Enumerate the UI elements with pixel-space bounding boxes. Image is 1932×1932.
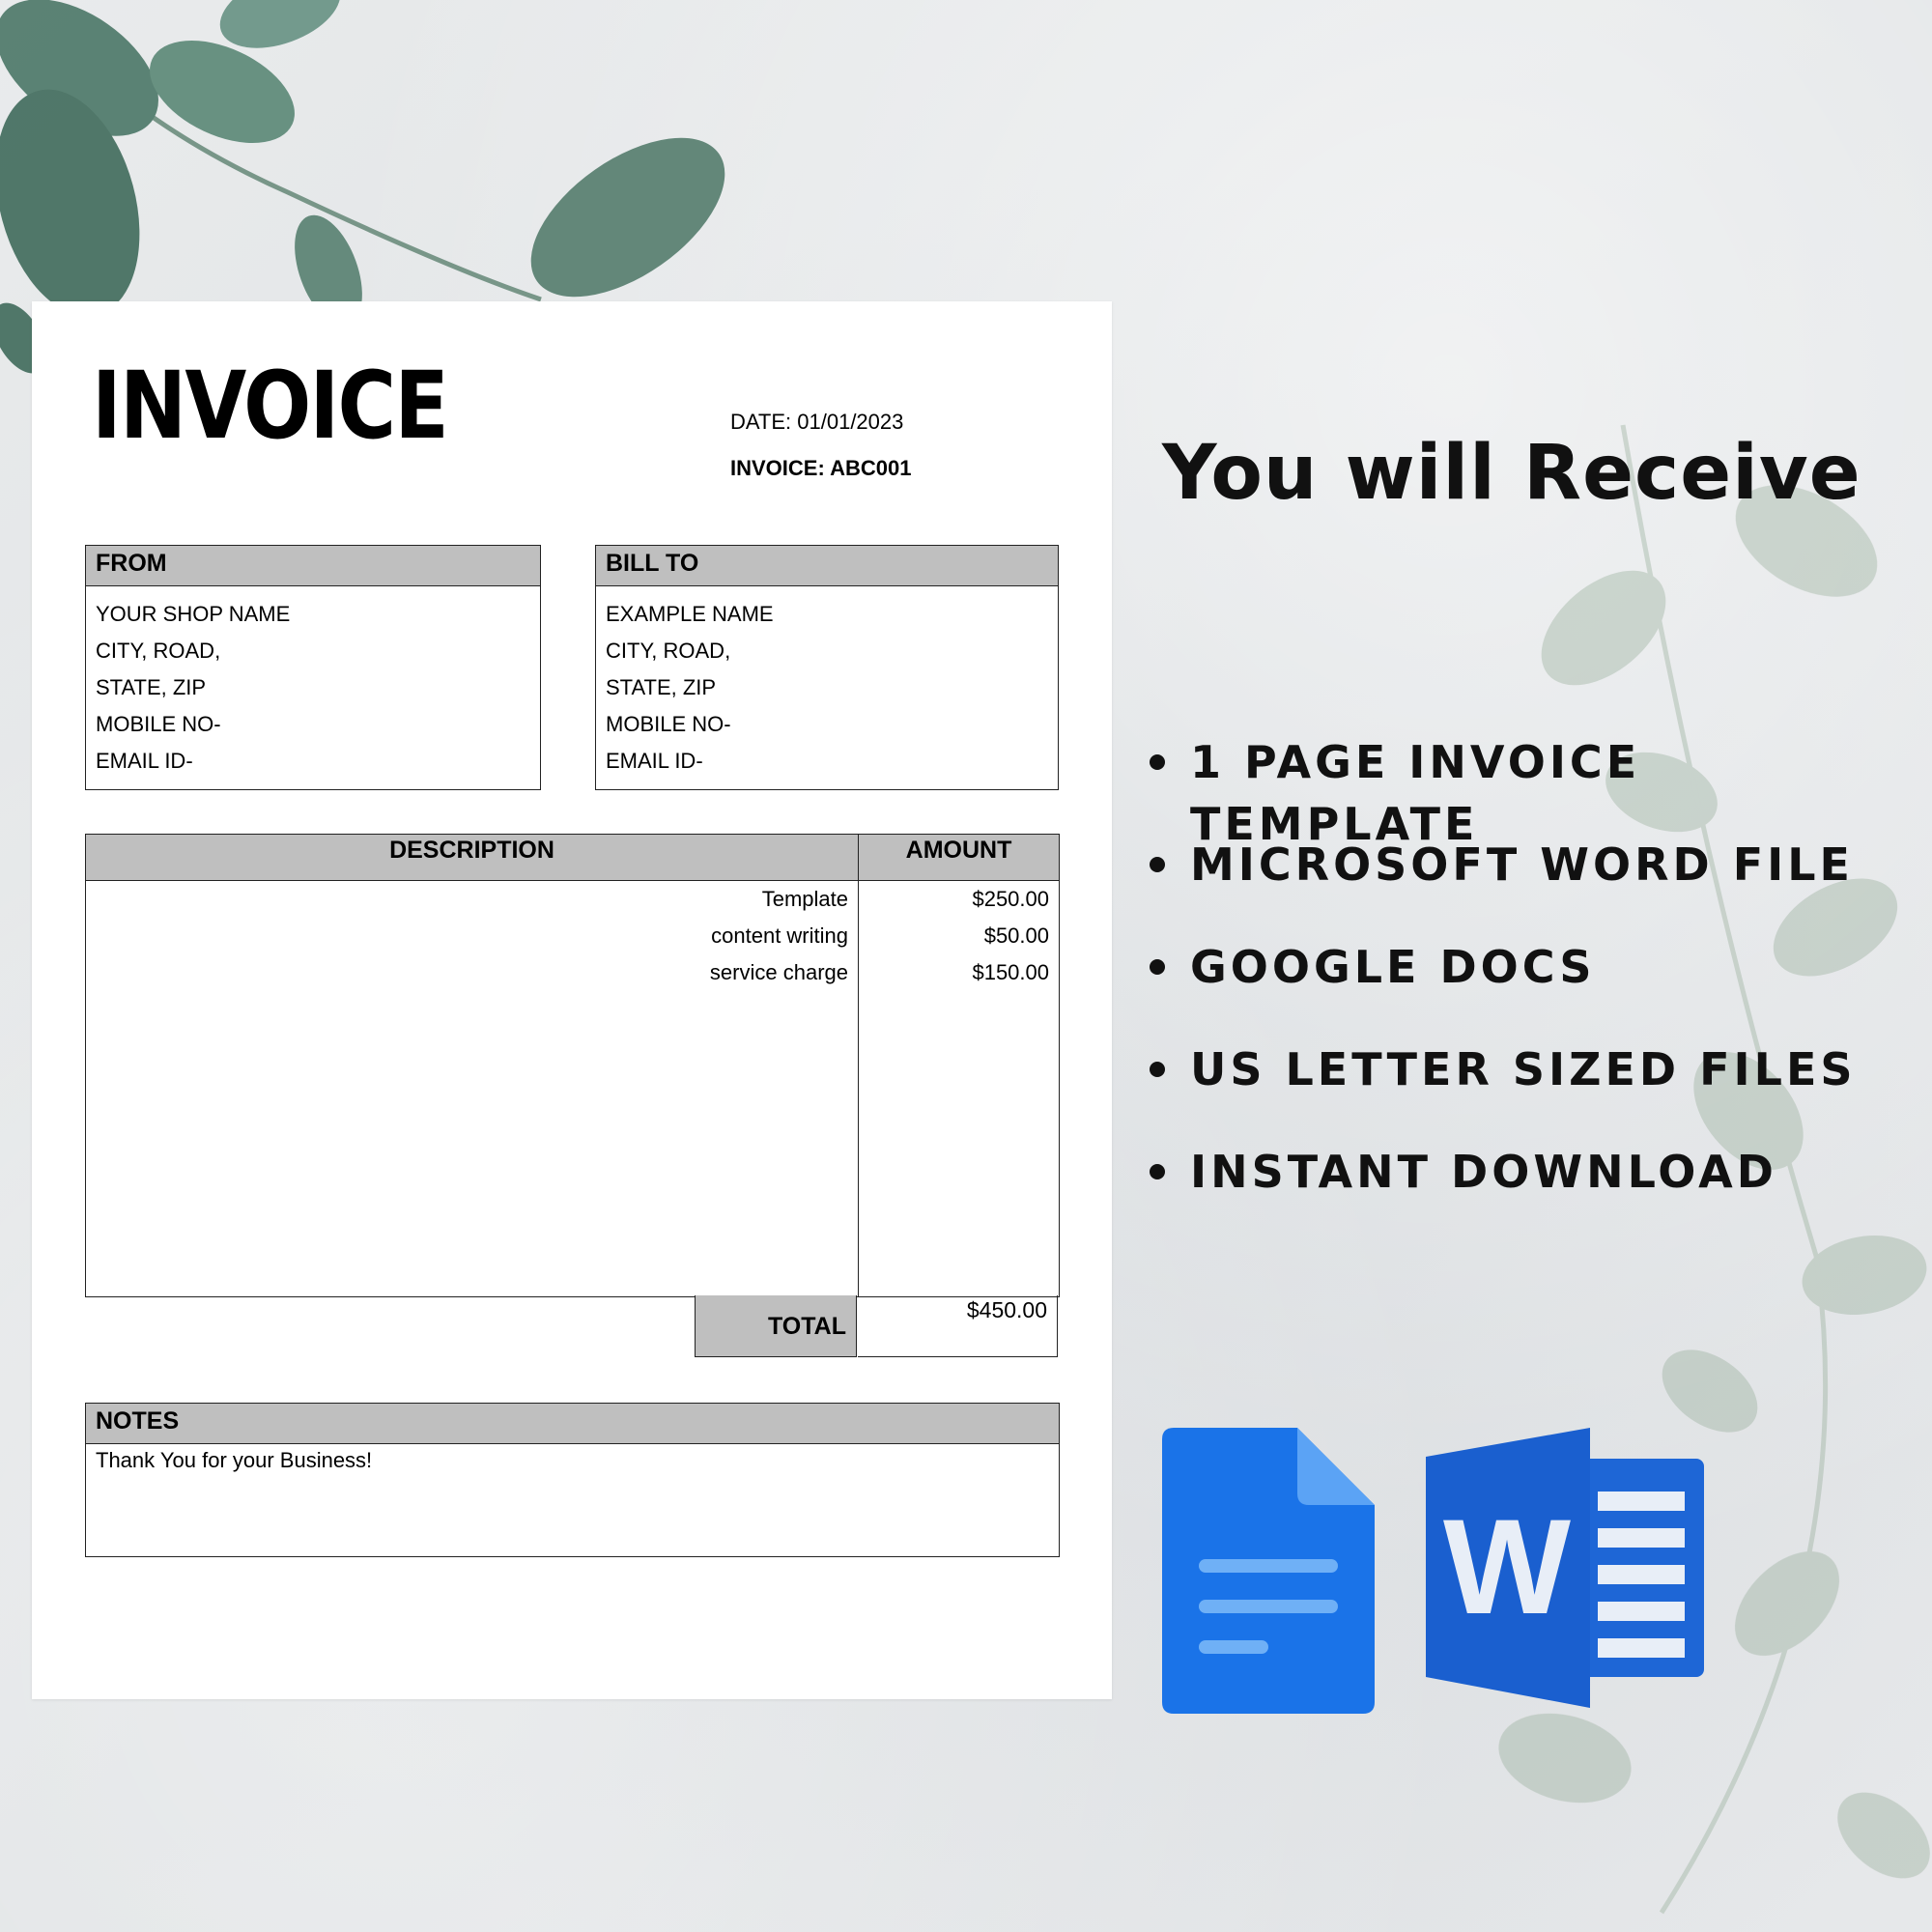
bill-to-line: MOBILE NO- — [606, 712, 731, 736]
from-header: FROM — [86, 546, 540, 586]
from-line: MOBILE NO- — [96, 712, 221, 736]
from-box: FROM YOUR SHOP NAME CITY, ROAD, STATE, Z… — [85, 545, 541, 790]
description-column: DESCRIPTION Template content writing ser… — [86, 835, 859, 1296]
bill-to-header: BILL TO — [596, 546, 1058, 586]
invoice-sheet: INVOICE DATE: 01/01/2023 INVOICE: ABC001… — [32, 301, 1112, 1699]
google-docs-icon — [1162, 1428, 1375, 1714]
amount-header: AMOUNT — [859, 835, 1059, 881]
total-label: TOTAL — [695, 1295, 857, 1357]
invoice-date: DATE: 01/01/2023 — [730, 410, 904, 434]
bill-to-line: EXAMPLE NAME — [606, 602, 774, 626]
notes-text: Thank You for your Business! — [96, 1448, 373, 1472]
item-description: service charge — [709, 960, 848, 984]
amount-column: AMOUNT $250.00 $50.00 $150.00 — [859, 835, 1059, 1296]
from-line: YOUR SHOP NAME — [96, 602, 291, 626]
item-amount: $50.00 — [983, 923, 1049, 948]
from-line: CITY, ROAD, — [96, 639, 221, 663]
invoice-number: INVOICE: ABC001 — [730, 456, 912, 480]
item-description: Template — [761, 887, 848, 911]
feature-item: US LETTER SIZED FILES — [1150, 1038, 1932, 1141]
total-value: $450.00 — [858, 1295, 1058, 1357]
notes-box: NOTES Thank You for your Business! — [85, 1403, 1060, 1557]
invoice-title: INVOICE — [92, 352, 449, 460]
word-letter: W — [1443, 1491, 1571, 1642]
feature-item: 1 PAGE INVOICE TEMPLATE — [1150, 731, 1932, 850]
bill-to-line: STATE, ZIP — [606, 675, 717, 699]
description-header: DESCRIPTION — [86, 835, 858, 881]
feature-list: 1 PAGE INVOICE TEMPLATE MICROSOFT WORD F… — [1150, 731, 1932, 1243]
item-amount: $150.00 — [972, 960, 1049, 984]
bill-to-box: BILL TO EXAMPLE NAME CITY, ROAD, STATE, … — [595, 545, 1059, 790]
feature-item: MICROSOFT WORD FILE — [1150, 834, 1932, 936]
from-line: STATE, ZIP — [96, 675, 207, 699]
bill-to-line: EMAIL ID- — [606, 749, 703, 773]
bill-to-line: CITY, ROAD, — [606, 639, 731, 663]
bill-to-address: EXAMPLE NAME CITY, ROAD, STATE, ZIP MOBI… — [596, 586, 1058, 780]
items-table: DESCRIPTION Template content writing ser… — [85, 834, 1060, 1297]
feature-item: GOOGLE DOCS — [1150, 936, 1932, 1038]
item-description: content writing — [711, 923, 848, 948]
promo-heading: You will Receive — [1162, 430, 1861, 517]
notes-header: NOTES — [86, 1404, 1059, 1444]
microsoft-word-icon: W — [1426, 1428, 1704, 1708]
item-amount: $250.00 — [972, 887, 1049, 911]
from-line: EMAIL ID- — [96, 749, 193, 773]
from-address: YOUR SHOP NAME CITY, ROAD, STATE, ZIP MO… — [86, 586, 540, 780]
feature-item: INSTANT DOWNLOAD — [1150, 1141, 1932, 1243]
